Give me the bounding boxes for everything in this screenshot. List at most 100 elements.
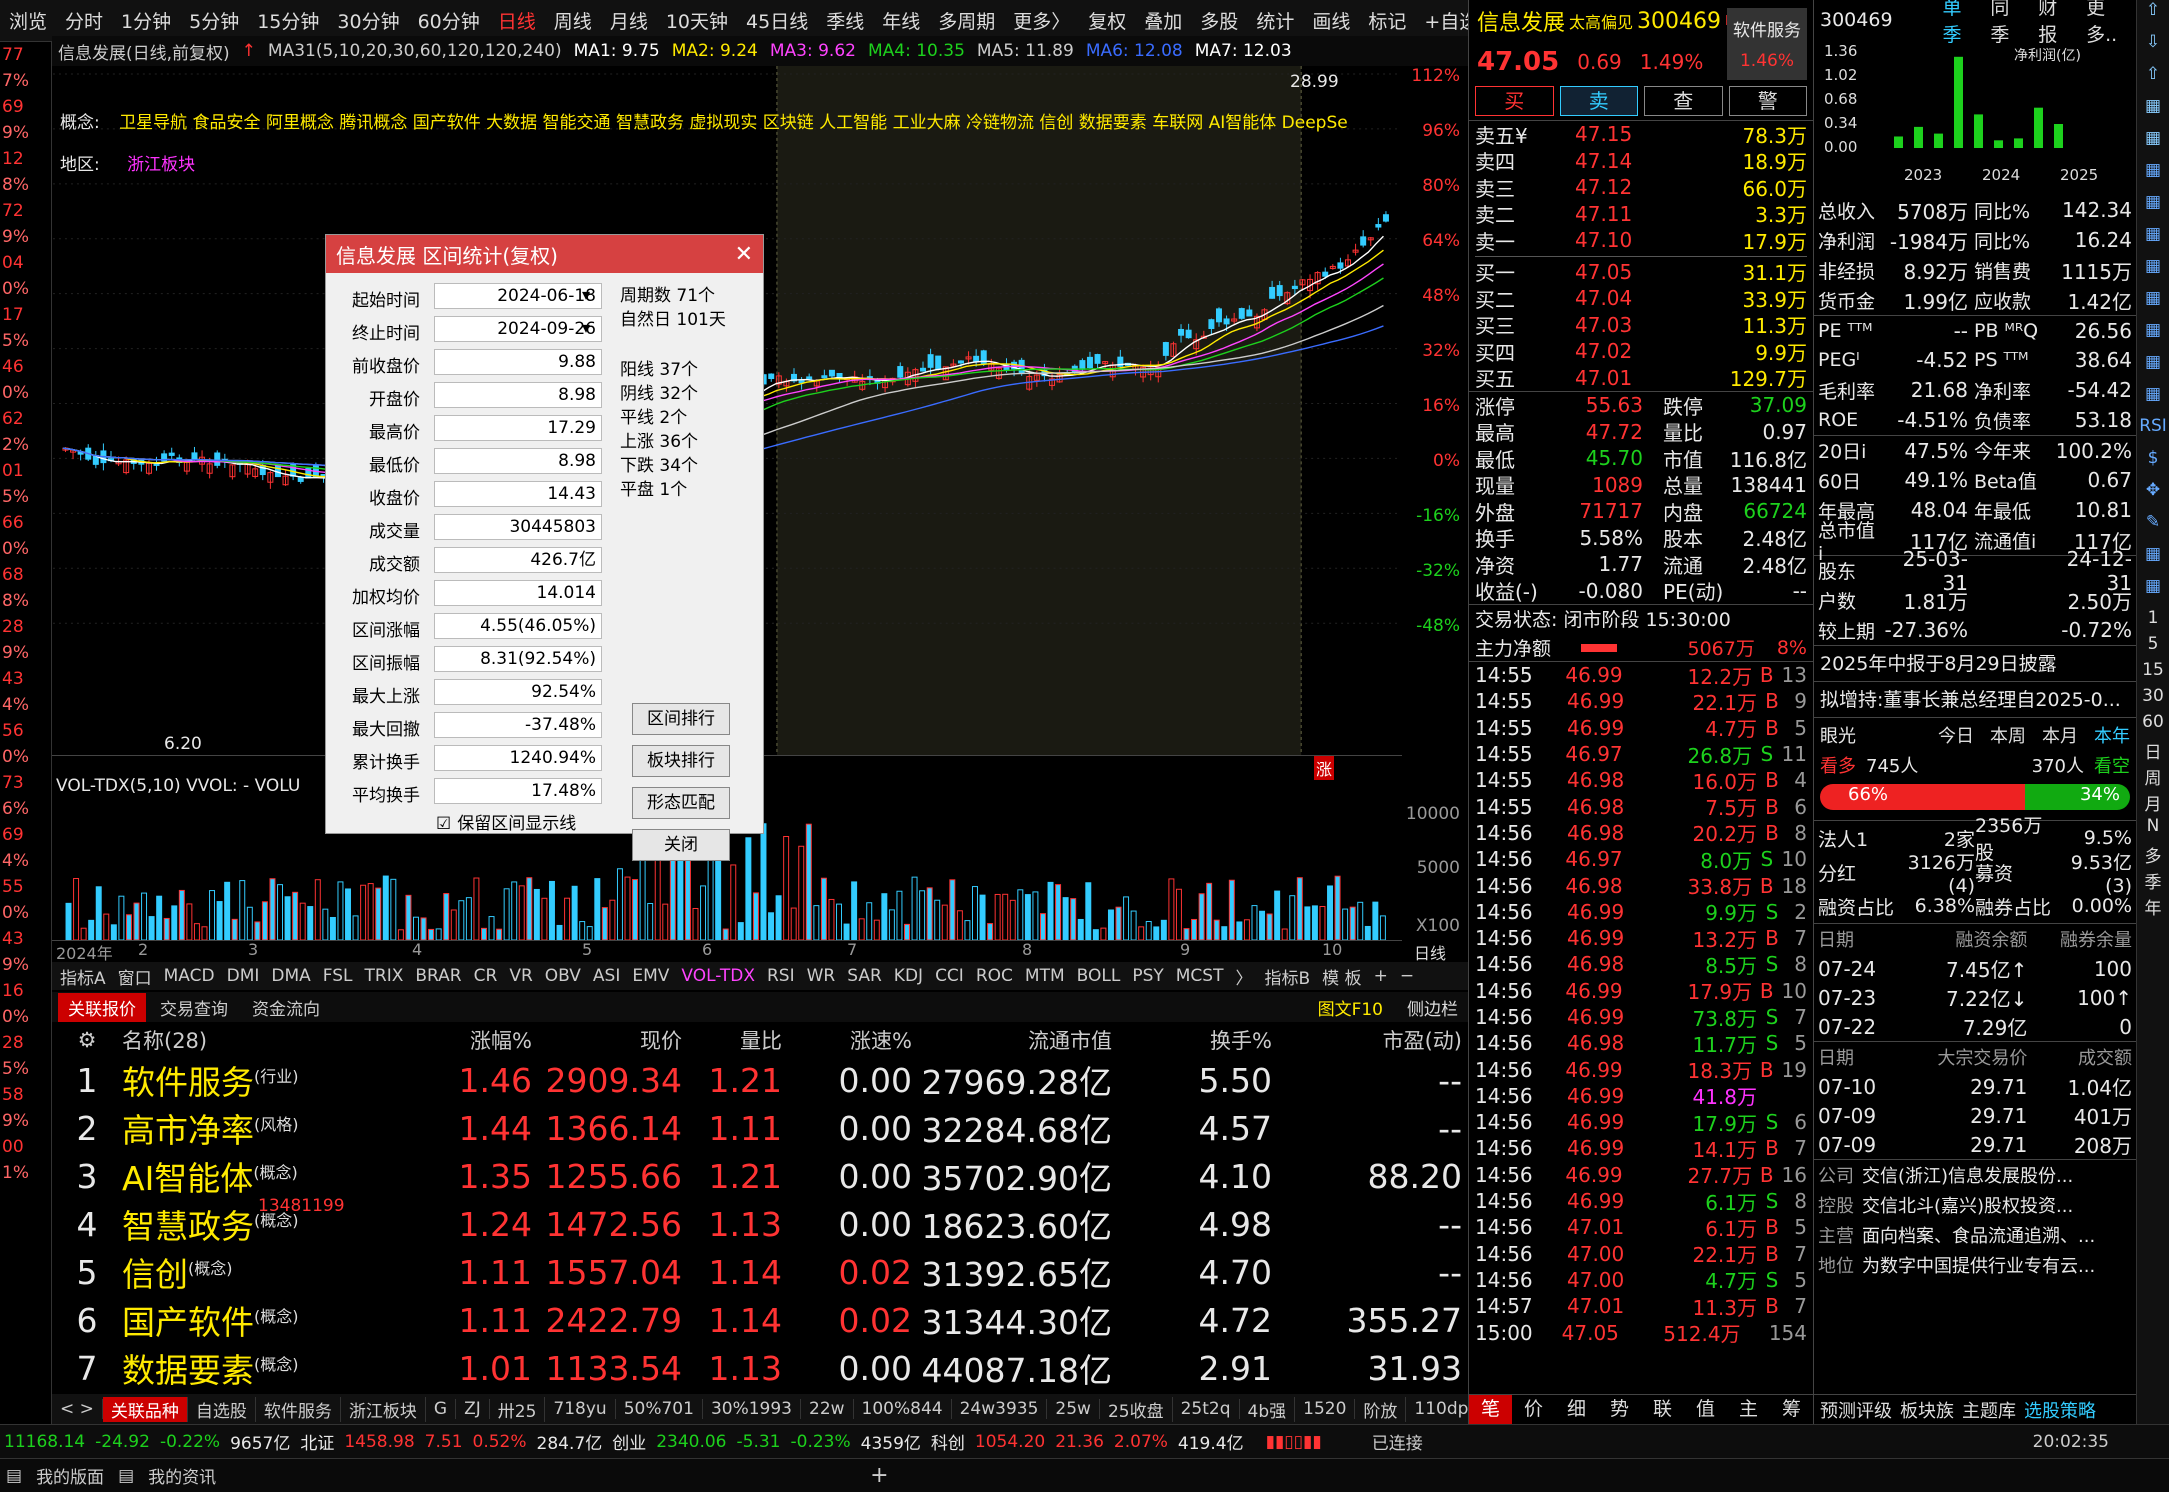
indicator-tab[interactable]: CR — [474, 966, 498, 986]
right-note[interactable]: 拟增持:董事长兼总经理自2025-0... — [1814, 681, 2136, 717]
rail-tool-icon[interactable]: ⇩ — [2137, 32, 2169, 64]
book-level[interactable]: 买一 47.05 31.1万 — [1475, 259, 1807, 286]
row-name[interactable]: 智慧政务(概念) — [122, 1200, 392, 1248]
dialog-field-value[interactable]: 2024-06-18 — [434, 283, 602, 309]
indicator-tab[interactable]: BRAR — [415, 966, 461, 986]
book-level[interactable]: 买四 47.02 9.9万 — [1475, 338, 1807, 365]
rail-tool-icon[interactable]: $ — [2137, 448, 2169, 480]
news-icon[interactable]: ▤ — [118, 1466, 134, 1486]
column-header[interactable]: 市盈(动) — [1272, 1025, 1462, 1055]
toolbar-item[interactable]: 分时 — [56, 7, 112, 34]
toolbar-item[interactable]: 日线 — [489, 7, 545, 34]
indicator-tab[interactable]: 模 板 — [1322, 964, 1361, 989]
connection-status[interactable]: 已连接 — [1372, 1429, 1423, 1454]
column-header[interactable]: 换手% — [1112, 1025, 1272, 1055]
column-header[interactable]: 涨速% — [782, 1025, 912, 1055]
quote-tab[interactable]: 值 — [1684, 1395, 1727, 1424]
right-link[interactable]: 板块族 — [1900, 1397, 1954, 1423]
indicator-tab[interactable]: MACD — [164, 966, 215, 986]
related-tab[interactable]: 交易查询 — [150, 993, 238, 1022]
toolbar-item[interactable]: 5分钟 — [180, 7, 248, 34]
bottom-tab[interactable]: 25w — [1047, 1399, 1100, 1419]
indicator-tab[interactable]: BOLL — [1077, 966, 1121, 986]
indicator-tab[interactable]: 窗口 — [118, 964, 152, 989]
bottom-tab[interactable]: 软件服务 — [256, 1396, 341, 1422]
row-name[interactable]: AI智能体(概念) — [122, 1152, 392, 1200]
company-info[interactable]: 为数字中国提供行业专有云... — [1862, 1252, 2095, 1278]
rail-tool-icon[interactable]: 周 — [2137, 764, 2169, 790]
rail-tool-icon[interactable]: ▦ — [2137, 224, 2169, 256]
rail-tool-icon[interactable]: 60 — [2137, 712, 2169, 738]
bottom-tab[interactable]: < > — [52, 1399, 103, 1419]
trade-button[interactable]: 买 — [1475, 86, 1554, 116]
bottom-tab[interactable]: 25收盘 — [1100, 1396, 1173, 1422]
dialog-close-icon[interactable]: ✕ — [735, 242, 763, 267]
indicator-tab[interactable]: MCST — [1176, 966, 1224, 986]
bottom-tab[interactable]: 阶放 — [1355, 1396, 1407, 1422]
bottom-tab[interactable]: 110dps — [1406, 1399, 1468, 1419]
related-tab[interactable]: 关联报价 — [58, 992, 146, 1022]
dialog-button[interactable]: 区间排行 — [632, 703, 730, 735]
rail-tool-icon[interactable]: 15 — [2137, 660, 2169, 686]
trade-button[interactable]: 警 — [1728, 86, 1807, 116]
indicator-tab[interactable]: ROC — [976, 966, 1013, 986]
indicator-tab[interactable]: VR — [509, 966, 532, 986]
eye-tab[interactable]: 本年 — [2094, 722, 2130, 748]
rail-tool-icon[interactable]: 多 — [2137, 842, 2169, 868]
settings-icon[interactable]: ⚙ — [52, 1028, 122, 1052]
toolbar-item[interactable]: 1分钟 — [112, 7, 180, 34]
indicator-tab[interactable]: TRIX — [365, 966, 404, 986]
indicator-tab[interactable]: FSL — [323, 966, 353, 986]
indicator-tab[interactable]: + — [1374, 966, 1388, 986]
book-level[interactable]: 卖三 47.12 66.0万 — [1475, 174, 1807, 201]
rail-tool-icon[interactable]: ▦ — [2137, 96, 2169, 128]
rail-tool-icon[interactable]: ▦ — [2137, 384, 2169, 416]
bottom-tab[interactable]: 50%701 — [616, 1399, 703, 1419]
dialog-field-value[interactable]: 2024-09-26 — [434, 316, 602, 342]
bottom-tab[interactable]: 100%844 — [854, 1399, 952, 1419]
table-row[interactable]: 7 数据要素(概念) 1.01 1133.54 1.13 0.00 44087.18亿 2.9… — [52, 1344, 1468, 1392]
company-info[interactable]: 交信(浙江)信息发展股份... — [1862, 1162, 2073, 1188]
toolbar-item[interactable]: 统计 — [1247, 7, 1303, 34]
bottom-tab[interactable]: 关联品种 — [102, 1396, 188, 1422]
rail-tool-icon[interactable]: ▦ — [2137, 288, 2169, 320]
rail-tool-icon[interactable]: ▦ — [2137, 352, 2169, 384]
rail-tool-icon[interactable]: 年 — [2137, 894, 2169, 920]
eye-tab[interactable]: 本周 — [1990, 722, 2026, 748]
toolbar-item[interactable]: 季线 — [817, 7, 873, 34]
table-row[interactable]: 2 高市净率(风格) 1.44 1366.14 1.11 0.00 32284.68亿 4.5… — [52, 1104, 1468, 1152]
rail-tool-icon[interactable]: ⇧ — [2137, 64, 2169, 96]
indicator-tab[interactable]: RSI — [767, 966, 795, 986]
table-row[interactable]: 3 AI智能体(概念) 1.35 1255.66 1.21 0.00 35702.90亿 4.… — [52, 1152, 1468, 1200]
eye-tab[interactable]: 今日 — [1938, 722, 1974, 748]
toolbar-item[interactable]: 周线 — [545, 7, 601, 34]
row-name[interactable]: 国产软件(概念) — [122, 1296, 392, 1344]
column-header[interactable]: 名称(28) — [122, 1025, 392, 1055]
toolbar-item[interactable]: 30分钟 — [328, 7, 408, 34]
quote-tab[interactable]: 笔 — [1469, 1395, 1512, 1424]
sector-badge[interactable]: 软件服务 1.46% — [1727, 8, 1807, 80]
trade-button[interactable]: 查 — [1644, 86, 1723, 116]
book-level[interactable]: 卖二 47.11 3.3万 — [1475, 201, 1807, 228]
row-name[interactable]: 信创(概念) — [122, 1248, 392, 1296]
rail-tool-icon[interactable]: ⇧ — [2137, 0, 2169, 32]
rail-tool-icon[interactable]: 5 — [2137, 634, 2169, 660]
bottom-tab[interactable]: 24w3935 — [952, 1399, 1048, 1419]
toolbar-item[interactable]: 叠加 — [1135, 7, 1191, 34]
indicator-tab[interactable]: ASI — [593, 966, 620, 986]
indicator-tab[interactable]: 指标B — [1264, 964, 1310, 989]
rail-tool-icon[interactable]: ▦ — [2137, 320, 2169, 352]
right-link[interactable]: 选股策略 — [2024, 1397, 2096, 1423]
indicator-tab[interactable]: DMI — [227, 966, 260, 986]
rail-tool-icon[interactable]: N — [2137, 816, 2169, 842]
related-tab[interactable]: 资金流向 — [242, 993, 330, 1022]
indicator-tab[interactable]: 〉 — [1235, 964, 1252, 989]
table-row[interactable]: 5 信创(概念) 1.11 1557.04 1.14 0.02 31392.65亿 4.70 -… — [52, 1248, 1468, 1296]
indicator-tab[interactable]: DMA — [271, 966, 310, 986]
company-info[interactable]: 面向档案、食品流通追溯、... — [1862, 1222, 2095, 1248]
book-level[interactable]: 买二 47.04 33.9万 — [1475, 285, 1807, 312]
chevron-down-icon[interactable]: ▾ — [582, 285, 590, 304]
column-header[interactable]: 涨幅% — [392, 1025, 532, 1055]
book-level[interactable]: 卖一 47.10 17.9万 — [1475, 227, 1807, 254]
indicator-tab[interactable]: VOL-TDX — [681, 966, 755, 986]
